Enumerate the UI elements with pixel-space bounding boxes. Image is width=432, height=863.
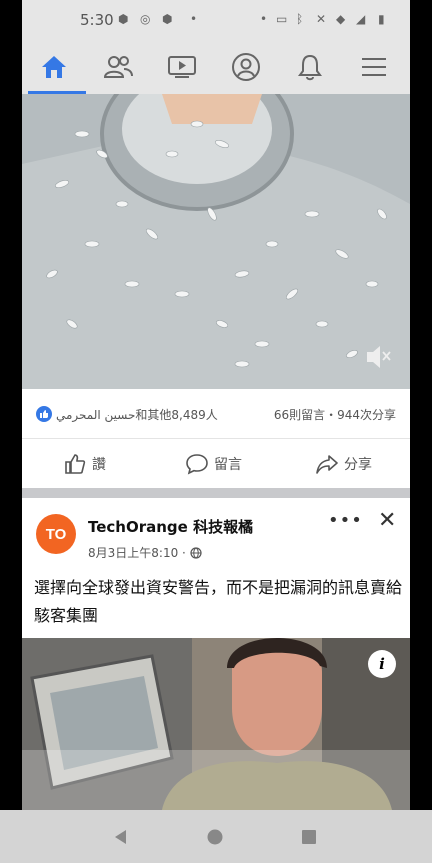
tab-profile[interactable] xyxy=(214,40,278,94)
tab-home[interactable] xyxy=(22,40,86,94)
page-name[interactable]: TechOrange 科技報橘 xyxy=(88,516,253,537)
home-icon xyxy=(42,56,66,78)
close-icon[interactable]: ✕ xyxy=(378,508,396,533)
like-button[interactable]: 讚 xyxy=(64,453,106,475)
comment-button[interactable]: 留言 xyxy=(186,453,242,475)
like-label: 讚 xyxy=(92,457,106,473)
globe-icon xyxy=(190,546,202,559)
bottom-overlay xyxy=(22,750,410,810)
friends-icon xyxy=(103,56,133,78)
info-icon[interactable]: i xyxy=(368,650,396,678)
android-icon: ⬢ xyxy=(162,12,173,26)
menu-icon xyxy=(362,58,386,76)
post-actions: 讚 留言 分享 xyxy=(22,438,410,489)
tab-friends[interactable] xyxy=(86,40,150,94)
top-navigation xyxy=(22,40,410,95)
tab-menu[interactable] xyxy=(342,40,406,94)
notifications-icon xyxy=(298,54,322,81)
profile-icon xyxy=(232,53,260,81)
comments-shares-count[interactable]: 66則留言・944次分享 xyxy=(274,406,396,423)
like-reaction-icon[interactable] xyxy=(36,406,52,422)
post-video[interactable] xyxy=(22,94,410,389)
sync-icon: ◎ xyxy=(140,12,151,26)
battery-icon: ▮ xyxy=(378,12,385,26)
page-avatar[interactable]: TO xyxy=(36,514,76,554)
dot-icon: • xyxy=(190,12,198,26)
feed-divider xyxy=(22,488,410,498)
watch-icon xyxy=(168,56,196,78)
tab-watch[interactable] xyxy=(150,40,214,94)
mute-icon: ✕ xyxy=(316,12,327,26)
rice-video-frame xyxy=(22,94,410,389)
back-icon[interactable] xyxy=(112,828,130,846)
status-time: 5:30 xyxy=(80,11,114,29)
more-options-button[interactable]: ••• xyxy=(328,510,363,531)
android-icon: ⬢ xyxy=(118,12,129,26)
cast-icon: ▭ xyxy=(276,12,288,26)
share-icon xyxy=(316,455,338,474)
home-button-icon[interactable] xyxy=(206,828,224,846)
post-meta: 8月3日上午8:10 · xyxy=(88,544,202,561)
reactions-count[interactable]: حسين المحرمي和其他8,489人 xyxy=(56,406,218,423)
tab-notifications[interactable] xyxy=(278,40,342,94)
share-button[interactable]: 分享 xyxy=(316,453,372,475)
screen: 5:30 ⬢ ◎ ⬢ • • ▭ ᛒ ✕ ◆ ◢ ▮ حسين المحرمي和… xyxy=(0,0,432,863)
recents-icon[interactable] xyxy=(300,828,318,846)
post-timestamp[interactable]: 8月3日上午8:10 · xyxy=(88,544,186,561)
share-label: 分享 xyxy=(344,457,372,473)
reaction-stats: حسين المحرمي和其他8,489人 66則留言・944次分享 xyxy=(22,400,410,430)
dot-icon: • xyxy=(260,12,268,26)
comment-icon xyxy=(186,454,208,475)
wifi-icon: ◆ xyxy=(336,12,346,26)
status-bar: 5:30 ⬢ ◎ ⬢ • • ▭ ᛒ ✕ ◆ ◢ ▮ xyxy=(22,0,410,40)
post-text: 選擇向全球發出資安警告，而不是把漏洞的訊息賣給駭客集團 xyxy=(34,578,403,625)
dim-left xyxy=(0,0,22,863)
system-navigation-bar xyxy=(0,810,432,863)
signal-icon: ◢ xyxy=(356,12,366,26)
bluetooth-icon: ᛒ xyxy=(296,12,304,26)
dim-right xyxy=(410,0,432,863)
comment-label: 留言 xyxy=(214,457,242,473)
post2: TO TechOrange 科技報橘 8月3日上午8:10 · ••• ✕ 選擇… xyxy=(22,498,410,638)
thumbs-up-icon xyxy=(65,454,86,474)
